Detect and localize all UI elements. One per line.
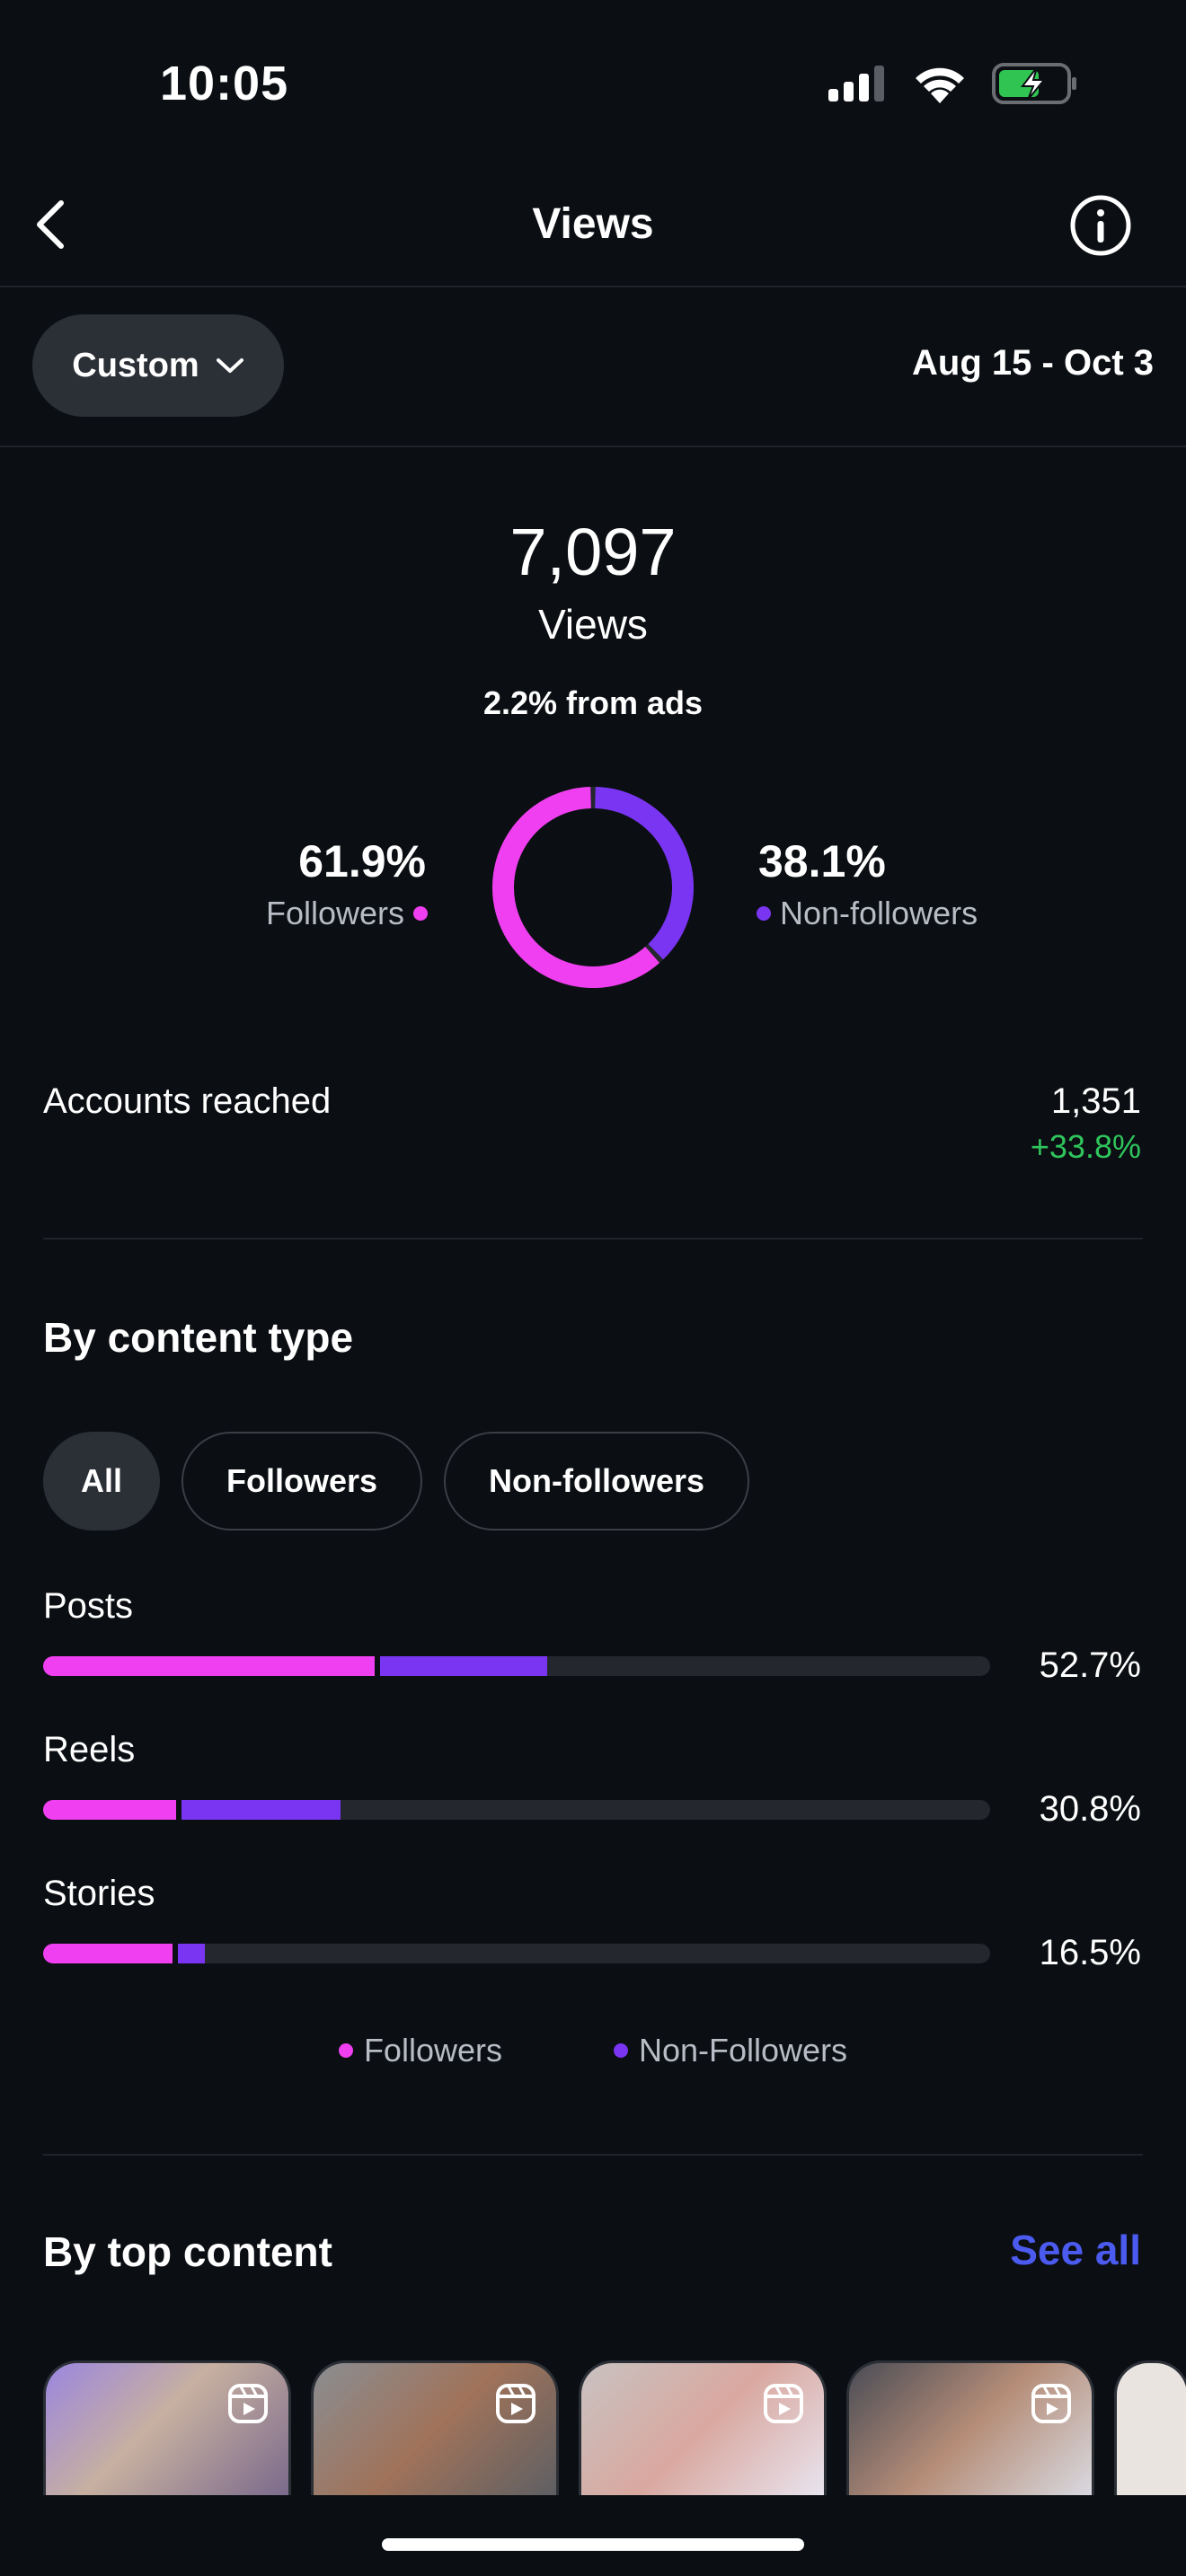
top-content-thumbnails	[43, 2360, 1186, 2495]
total-views: 7,097	[509, 515, 677, 589]
posts-bar-followers	[43, 1656, 375, 1676]
home-indicator	[382, 2538, 804, 2551]
followers-legend: Followers	[266, 895, 428, 932]
donut-segment-non-followers	[594, 787, 694, 960]
tab-followers[interactable]: Followers	[181, 1432, 423, 1531]
status-icons	[828, 63, 1078, 104]
top-content-thumbnail[interactable]	[1114, 2360, 1186, 2495]
top-content-thumbnail[interactable]	[311, 2360, 559, 2495]
top-content-thumbnail[interactable]	[579, 2360, 827, 2495]
date-range[interactable]: Aug 15 - Oct 3	[912, 343, 1154, 384]
top-content-title: By top content	[43, 2228, 332, 2275]
header-divider	[0, 286, 1186, 287]
audience-donut-chart	[492, 787, 694, 988]
posts-label: Posts	[43, 1586, 134, 1626]
reels-bar-non-followers	[181, 1800, 341, 1820]
legend-non-followers-label: Non-Followers	[638, 2032, 848, 2069]
content-type-title: By content type	[43, 1314, 354, 1361]
reels-label: Reels	[43, 1730, 136, 1769]
content-type-tabs: All Followers Non-followers	[43, 1432, 750, 1531]
chevron-down-icon	[216, 358, 243, 373]
stories-bar	[43, 1944, 990, 1963]
legend-followers: Followers	[338, 2032, 502, 2069]
reel-icon	[764, 2384, 803, 2423]
donut-segment-followers	[492, 787, 660, 988]
wifi-icon	[916, 67, 964, 103]
section-divider	[43, 1238, 1143, 1239]
battery-charging-icon	[992, 63, 1076, 104]
reel-icon	[496, 2384, 535, 2423]
filter-divider	[0, 446, 1186, 447]
non-followers-dot	[757, 906, 771, 921]
content-type-legend: Followers Non-Followers	[0, 2032, 1186, 2069]
posts-bar	[43, 1656, 990, 1676]
period-dropdown[interactable]: Custom	[32, 314, 284, 417]
total-views-label: Views	[538, 601, 648, 648]
accounts-reached-value: 1,351	[1050, 1081, 1141, 1121]
page-title: Views	[532, 200, 654, 248]
followers-percentage: 61.9%	[298, 836, 426, 887]
followers-dot	[413, 906, 428, 921]
stories-bar-followers	[43, 1944, 173, 1963]
legend-non-followers: Non-Followers	[613, 2032, 848, 2069]
accounts-reached-label: Accounts reached	[43, 1081, 332, 1121]
top-content-thumbnail[interactable]	[846, 2360, 1094, 2495]
see-all-link[interactable]: See all	[1010, 2226, 1141, 2274]
legend-non-followers-dot	[613, 2043, 628, 2058]
legend-followers-dot	[338, 2043, 353, 2058]
info-icon[interactable]	[1069, 194, 1132, 257]
tab-non-followers[interactable]: Non-followers	[444, 1432, 750, 1531]
stories-bar-non-followers	[178, 1944, 205, 1963]
top-content-thumbnail[interactable]	[43, 2360, 291, 2495]
non-followers-percentage: 38.1%	[758, 836, 886, 887]
period-dropdown-label: Custom	[72, 346, 199, 384]
tab-all[interactable]: All	[43, 1432, 161, 1531]
cellular-signal-icon	[828, 66, 884, 101]
non-followers-legend-label: Non-followers	[780, 895, 978, 931]
stories-percentage: 16.5%	[1039, 1933, 1141, 1972]
non-followers-legend: Non-followers	[757, 895, 978, 932]
posts-bar-non-followers	[379, 1656, 548, 1676]
reels-percentage: 30.8%	[1039, 1789, 1141, 1829]
section-divider	[43, 2154, 1143, 2156]
posts-percentage: 52.7%	[1039, 1645, 1141, 1685]
reels-bar	[43, 1800, 990, 1820]
status-time: 10:05	[160, 57, 289, 110]
ads-note: 2.2% from ads	[482, 684, 704, 721]
reels-bar-followers	[43, 1800, 176, 1820]
legend-followers-label: Followers	[363, 2032, 502, 2069]
accounts-reached-change: +33.8%	[1030, 1128, 1141, 1165]
followers-legend-label: Followers	[265, 895, 404, 931]
stories-label: Stories	[43, 1874, 155, 1913]
reel-icon	[228, 2384, 268, 2423]
reel-icon	[1031, 2384, 1071, 2423]
